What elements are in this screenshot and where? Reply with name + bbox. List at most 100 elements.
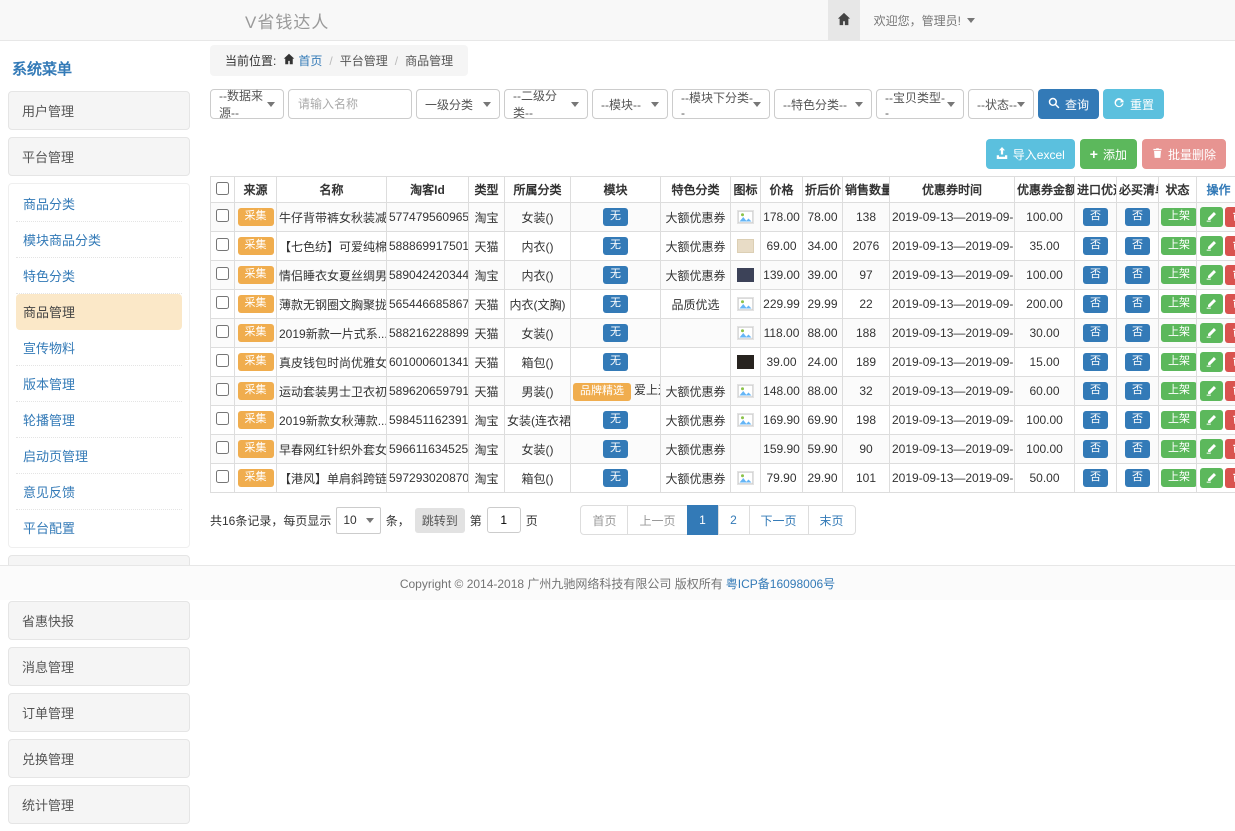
delete-button[interactable] [1225, 410, 1235, 430]
row-checkbox[interactable] [216, 209, 229, 222]
edit-button[interactable] [1200, 468, 1223, 488]
sidebar-item[interactable]: 用户管理 [8, 91, 190, 130]
module-badge[interactable]: 无 [603, 266, 628, 284]
search-button[interactable]: 查询 [1038, 89, 1099, 119]
module-badge[interactable]: 无 [603, 208, 628, 226]
sidebar-item[interactable]: 轮播管理 [16, 402, 182, 438]
sidebar-item[interactable]: 商品分类 [16, 186, 182, 222]
delete-button[interactable] [1225, 265, 1235, 285]
delete-button[interactable] [1225, 323, 1235, 343]
delete-button[interactable] [1225, 294, 1235, 314]
page-prev-button[interactable]: 上一页 [627, 505, 687, 535]
reset-button[interactable]: 重置 [1103, 89, 1164, 119]
sidebar-item[interactable]: 平台配置 [16, 510, 182, 545]
status-badge[interactable]: 上架 [1161, 266, 1197, 284]
must-buy-toggle-badge[interactable]: 否 [1125, 411, 1150, 429]
module-badge[interactable]: 无 [603, 237, 628, 255]
filter-status-select[interactable]: --状态-- [968, 89, 1034, 119]
page-last-button[interactable]: 末页 [808, 505, 856, 535]
page-1-button[interactable]: 1 [687, 505, 719, 535]
sidebar-item[interactable]: 平台管理 [8, 137, 190, 176]
sidebar-item[interactable]: 兑换管理 [8, 739, 190, 778]
filter-item-type-select[interactable]: --宝贝类型-- [876, 89, 964, 119]
sidebar-item[interactable]: 宣传物料 [16, 330, 182, 366]
delete-button[interactable] [1225, 207, 1235, 227]
row-checkbox[interactable] [216, 238, 229, 251]
filter-category1-select[interactable]: 一级分类 [416, 89, 500, 119]
edit-button[interactable] [1200, 381, 1223, 401]
page-next-button[interactable]: 下一页 [749, 505, 809, 535]
filter-module-sub-select[interactable]: --模块下分类-- [672, 89, 770, 119]
jump-page-input[interactable] [487, 507, 521, 533]
module-badge[interactable]: 无 [603, 469, 628, 487]
filter-module-select[interactable]: --模块-- [592, 89, 668, 119]
import-toggle-badge[interactable]: 否 [1083, 440, 1108, 458]
status-badge[interactable]: 上架 [1161, 208, 1197, 226]
must-buy-toggle-badge[interactable]: 否 [1125, 353, 1150, 371]
edit-button[interactable] [1200, 207, 1223, 227]
sidebar-item[interactable]: 统计管理 [8, 785, 190, 824]
edit-button[interactable] [1200, 439, 1223, 459]
edit-button[interactable] [1200, 236, 1223, 256]
edit-button[interactable] [1200, 410, 1223, 430]
edit-button[interactable] [1200, 323, 1223, 343]
page-first-button[interactable]: 首页 [580, 505, 628, 535]
status-badge[interactable]: 上架 [1161, 411, 1197, 429]
status-badge[interactable]: 上架 [1161, 382, 1197, 400]
module-badge[interactable]: 无 [603, 440, 628, 458]
import-toggle-badge[interactable]: 否 [1083, 295, 1108, 313]
module-badge[interactable]: 无 [603, 411, 628, 429]
import-excel-button[interactable]: 导入excel [986, 139, 1075, 169]
row-checkbox[interactable] [216, 412, 229, 425]
delete-button[interactable] [1225, 352, 1235, 372]
status-badge[interactable]: 上架 [1161, 440, 1197, 458]
icp-link[interactable]: 粤ICP备16098006号 [726, 575, 835, 592]
edit-button[interactable] [1200, 352, 1223, 372]
module-badge[interactable]: 品牌精选 [573, 383, 631, 401]
must-buy-toggle-badge[interactable]: 否 [1125, 324, 1150, 342]
import-toggle-badge[interactable]: 否 [1083, 266, 1108, 284]
delete-button[interactable] [1225, 439, 1235, 459]
status-badge[interactable]: 上架 [1161, 324, 1197, 342]
edit-button[interactable] [1200, 294, 1223, 314]
must-buy-toggle-badge[interactable]: 否 [1125, 266, 1150, 284]
status-badge[interactable]: 上架 [1161, 295, 1197, 313]
sidebar-item[interactable]: 特色分类 [16, 258, 182, 294]
add-button[interactable]: + 添加 [1080, 139, 1137, 169]
edit-button[interactable] [1200, 265, 1223, 285]
sidebar-item[interactable]: 消息管理 [8, 647, 190, 686]
select-all-checkbox[interactable] [216, 182, 229, 195]
row-checkbox[interactable] [216, 267, 229, 280]
sidebar-item[interactable]: 模块商品分类 [16, 222, 182, 258]
jump-button[interactable]: 跳转到 [415, 508, 465, 533]
status-badge[interactable]: 上架 [1161, 237, 1197, 255]
row-checkbox[interactable] [216, 296, 229, 309]
must-buy-toggle-badge[interactable]: 否 [1125, 237, 1150, 255]
row-checkbox[interactable] [216, 354, 229, 367]
breadcrumb-home-link[interactable]: 首页 [283, 52, 322, 69]
sidebar-item[interactable]: 省惠快报 [8, 601, 190, 640]
row-checkbox[interactable] [216, 325, 229, 338]
must-buy-toggle-badge[interactable]: 否 [1125, 382, 1150, 400]
status-badge[interactable]: 上架 [1161, 469, 1197, 487]
sidebar-item[interactable]: 商品管理 [16, 294, 182, 330]
batch-delete-button[interactable]: 批量删除 [1142, 139, 1226, 169]
import-toggle-badge[interactable]: 否 [1083, 469, 1108, 487]
sidebar-item[interactable]: 意见反馈 [16, 474, 182, 510]
sidebar-item[interactable]: 版本管理 [16, 366, 182, 402]
import-toggle-badge[interactable]: 否 [1083, 382, 1108, 400]
home-button[interactable] [828, 0, 860, 40]
filter-feature-select[interactable]: --特色分类-- [774, 89, 872, 119]
filter-category2-select[interactable]: --二级分类-- [504, 89, 588, 119]
delete-button[interactable] [1225, 468, 1235, 488]
must-buy-toggle-badge[interactable]: 否 [1125, 295, 1150, 313]
filter-source-select[interactable]: --数据来源-- [210, 89, 284, 119]
sidebar-item[interactable]: 启动页管理 [16, 438, 182, 474]
must-buy-toggle-badge[interactable]: 否 [1125, 440, 1150, 458]
module-badge[interactable]: 无 [603, 295, 628, 313]
import-toggle-badge[interactable]: 否 [1083, 324, 1108, 342]
filter-name-input[interactable] [288, 89, 412, 119]
per-page-select[interactable]: 10 [336, 507, 380, 534]
page-2-button[interactable]: 2 [718, 505, 750, 535]
module-badge[interactable]: 无 [603, 324, 628, 342]
